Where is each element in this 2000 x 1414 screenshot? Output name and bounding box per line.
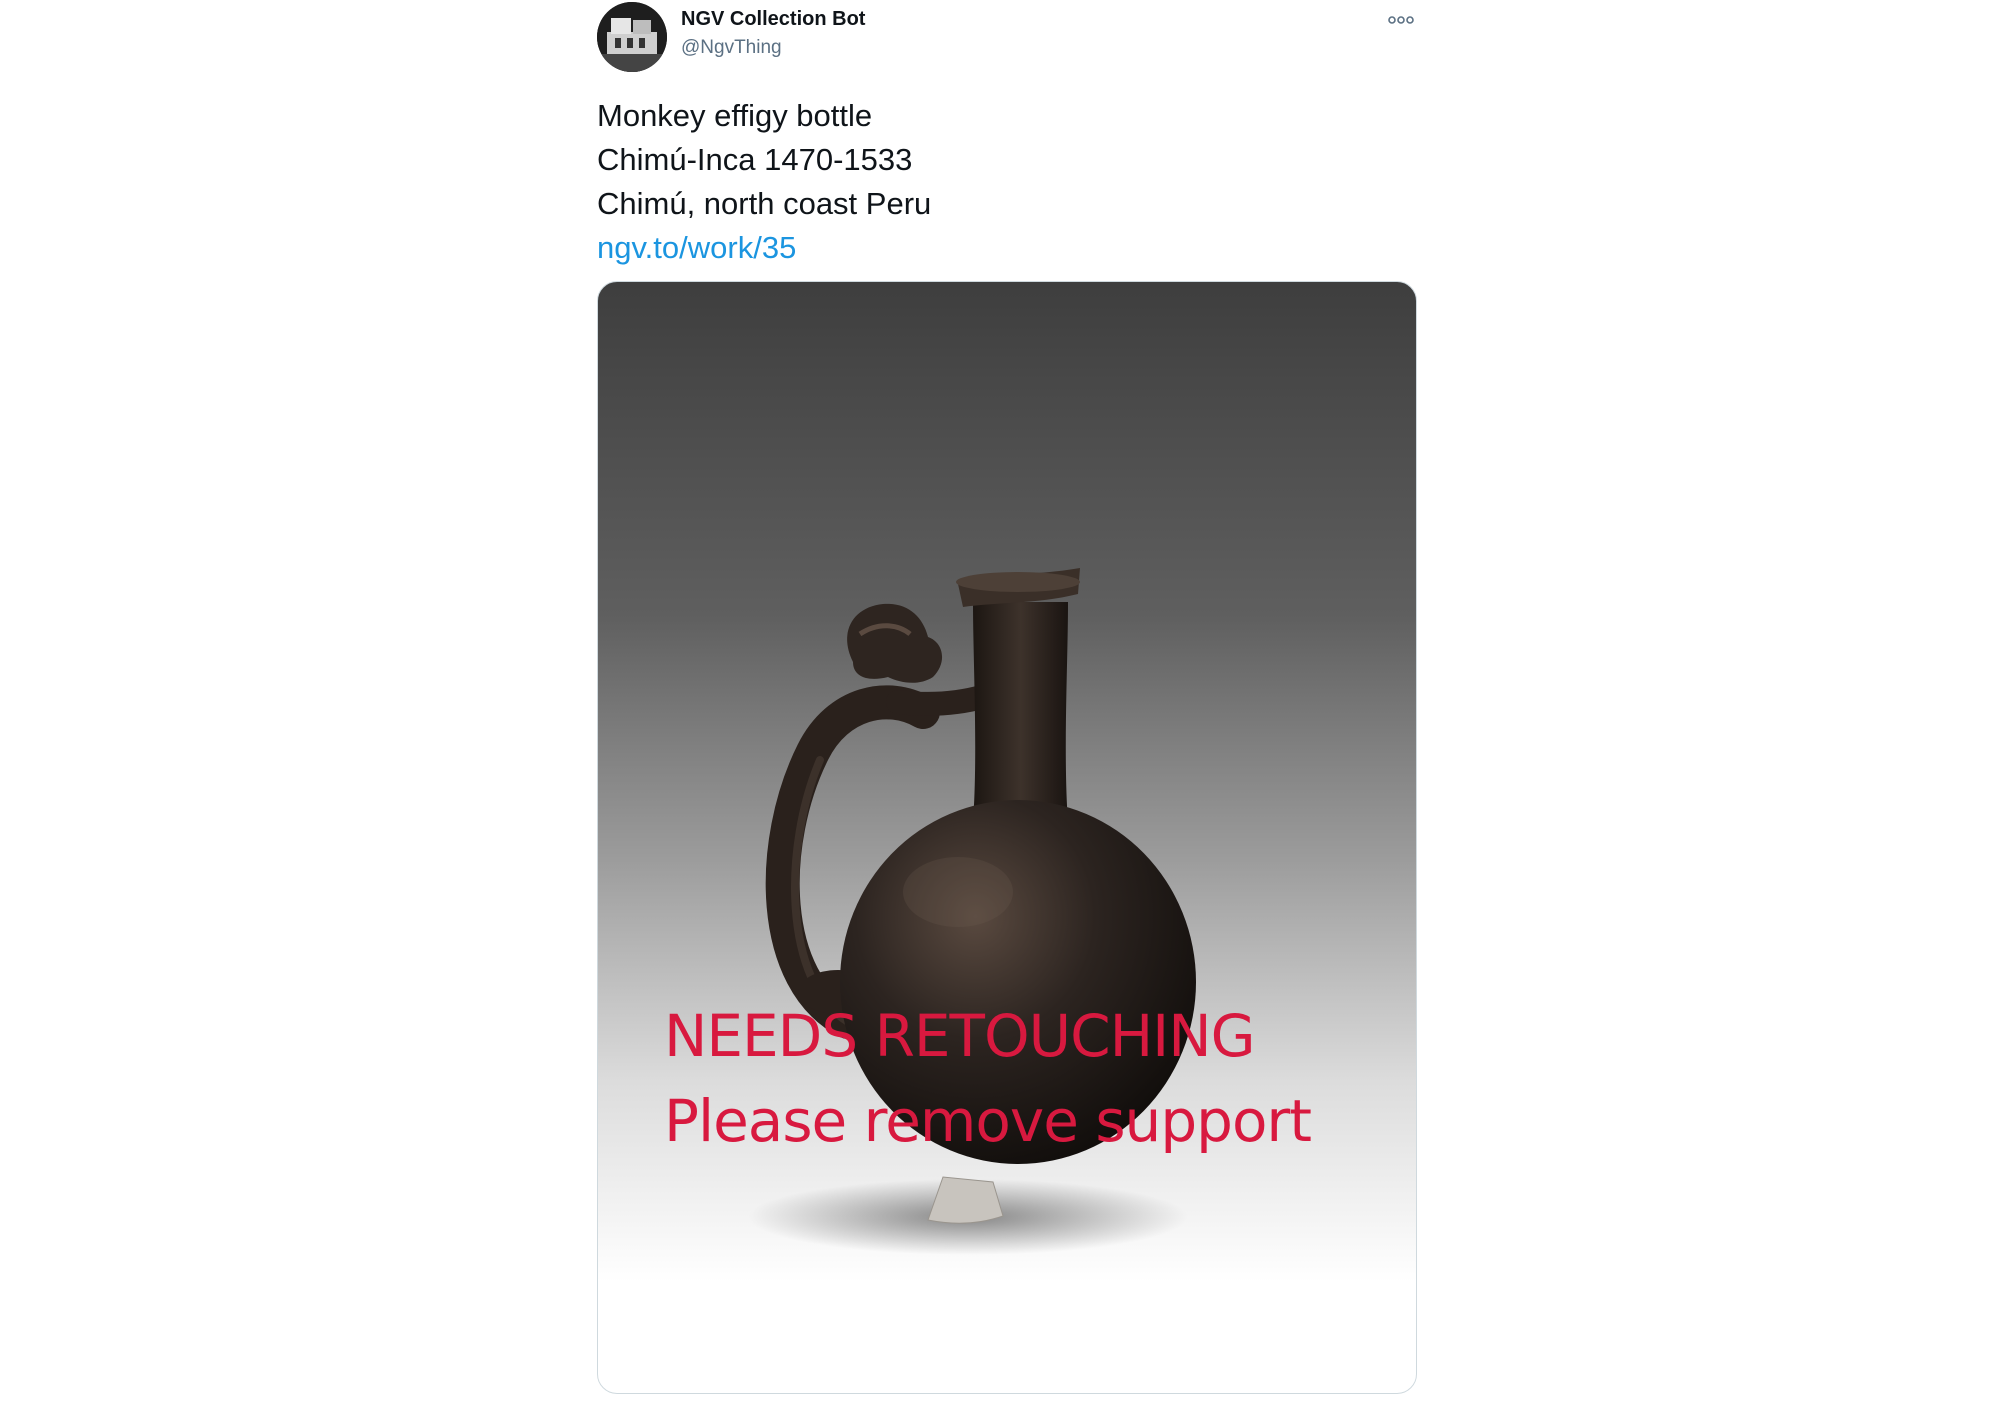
tweet-text-line-title: Monkey effigy bottle xyxy=(597,98,873,133)
tweet-text: Monkey effigy bottle Chimú-Inca 1470-153… xyxy=(597,94,1415,270)
bottle-photo xyxy=(748,568,1196,1255)
retouch-notice-instruction: Please remove support xyxy=(664,1087,1312,1155)
retouch-notice-heading: NEEDS RETOUCHING xyxy=(664,1002,1256,1070)
tweet-text-line-date: Chimú-Inca 1470-1533 xyxy=(597,142,913,177)
avatar[interactable] xyxy=(597,2,667,72)
tweet-text-line-origin: Chimú, north coast Peru xyxy=(597,186,932,221)
tweet-link[interactable]: ngv.to/work/35 xyxy=(597,230,796,265)
tweet-media-image[interactable]: NEEDS RETOUCHING Please remove support xyxy=(597,281,1417,1394)
author-display-name[interactable]: NGV Collection Bot xyxy=(681,8,865,31)
tweet: NGV Collection Bot @NgvThing Monkey effi… xyxy=(597,0,1417,1414)
avatar-icon xyxy=(597,2,667,72)
more-dots-icon xyxy=(1388,16,1414,24)
more-options-button[interactable] xyxy=(1387,10,1415,30)
author-handle[interactable]: @NgvThing xyxy=(681,37,782,59)
